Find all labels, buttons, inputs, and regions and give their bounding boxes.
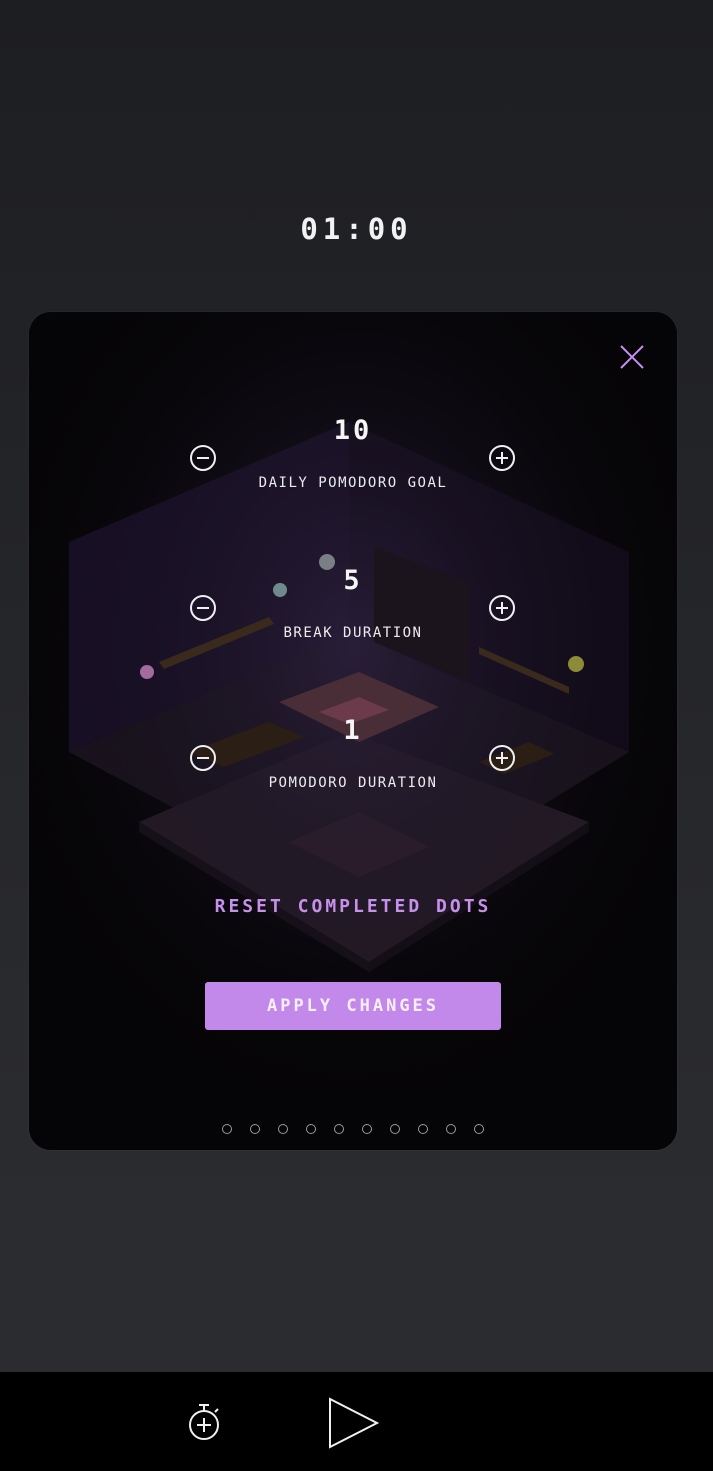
progress-dot <box>278 1124 288 1134</box>
setting-value: 1 <box>343 715 363 746</box>
decrease-daily-goal-button[interactable] <box>189 444 217 472</box>
progress-dot <box>306 1124 316 1134</box>
increase-pomodoro-duration-button[interactable] <box>488 744 516 772</box>
play-icon <box>329 1397 380 1449</box>
settings-modal: 10 DAILY POMODORO GOAL 5 BREAK DURATION … <box>29 312 677 1150</box>
progress-dot <box>474 1124 484 1134</box>
plus-circle-icon <box>489 445 515 471</box>
stopwatch-plus-icon <box>189 1404 219 1440</box>
setting-label: DAILY POMODORO GOAL <box>258 475 448 491</box>
progress-dot <box>250 1124 260 1134</box>
setting-value: 10 <box>333 415 373 446</box>
setting-pomodoro-duration: 1 POMODORO DURATION <box>29 715 677 805</box>
decrease-break-duration-button[interactable] <box>189 594 217 622</box>
progress-dot <box>418 1124 428 1134</box>
setting-value: 5 <box>343 565 363 596</box>
minus-circle-icon <box>190 595 216 621</box>
bottom-bar <box>0 1372 713 1471</box>
progress-dot <box>362 1124 372 1134</box>
increase-daily-goal-button[interactable] <box>488 444 516 472</box>
setting-label: POMODORO DURATION <box>268 775 438 791</box>
apply-changes-button[interactable]: APPLY CHANGES <box>205 982 501 1030</box>
increase-break-duration-button[interactable] <box>488 594 516 622</box>
setting-daily-pomodoro-goal: 10 DAILY POMODORO GOAL <box>29 415 677 505</box>
add-timer-button[interactable] <box>185 1402 223 1442</box>
timer-display: 01:00 <box>300 212 413 246</box>
close-button[interactable] <box>616 341 648 373</box>
decrease-pomodoro-duration-button[interactable] <box>189 744 217 772</box>
minus-circle-icon <box>190 445 216 471</box>
progress-dot <box>222 1124 232 1134</box>
plus-circle-icon <box>489 745 515 771</box>
progress-dot <box>334 1124 344 1134</box>
progress-dot <box>446 1124 456 1134</box>
plus-circle-icon <box>489 595 515 621</box>
progress-dots <box>29 1124 677 1138</box>
minus-circle-icon <box>190 745 216 771</box>
reset-completed-dots-button[interactable]: RESET COMPLETED DOTS <box>29 896 677 917</box>
setting-label: BREAK DURATION <box>283 625 423 641</box>
progress-dot <box>390 1124 400 1134</box>
close-icon <box>620 345 644 369</box>
setting-break-duration: 5 BREAK DURATION <box>29 565 677 655</box>
play-button[interactable] <box>326 1396 380 1450</box>
